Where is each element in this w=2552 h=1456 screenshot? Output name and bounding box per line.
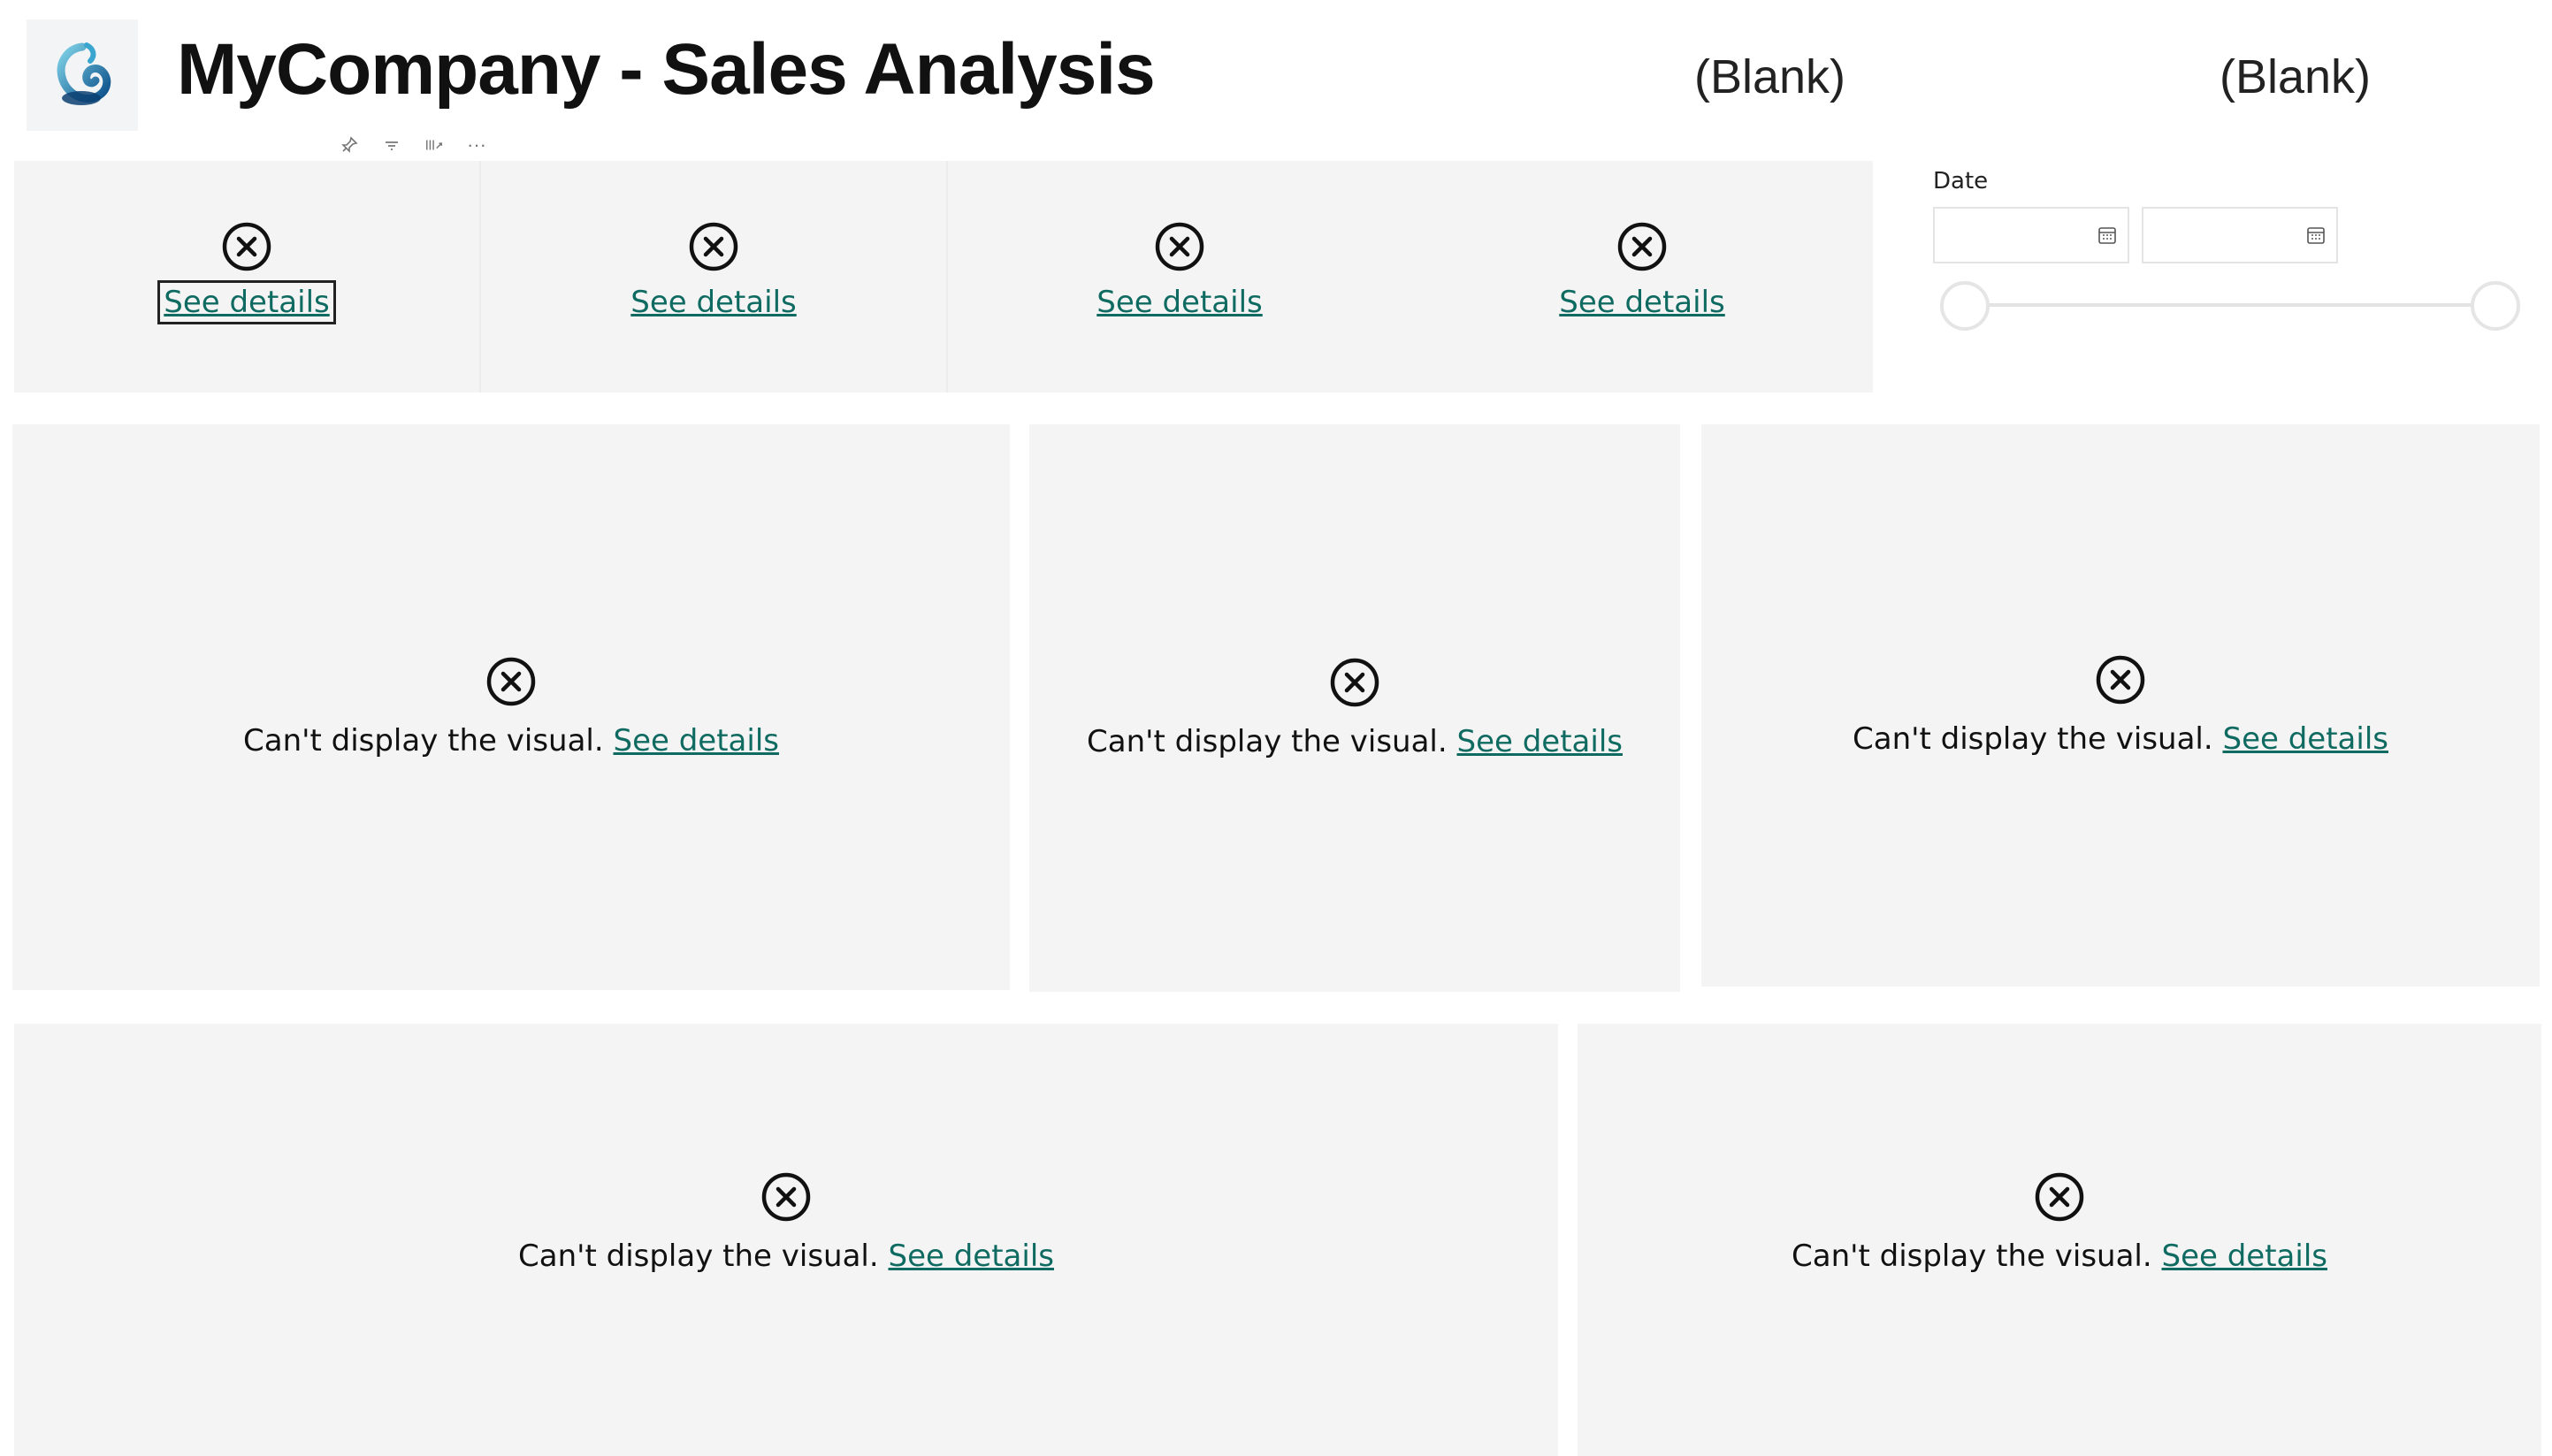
kpi-card-2: See details [481,161,946,393]
error-message: Can't display the visual. See details [1087,724,1623,759]
visual-5: Can't display the visual. See details [1578,1024,2541,1456]
kpi-card-3: See details [948,161,1411,393]
date-slicer-label: Date [1933,168,1989,194]
error-message: Can't display the visual. See details [518,1239,1054,1274]
card-strip: See details See details See details See … [14,161,1873,393]
error-icon [222,222,271,271]
filter-icon[interactable] [382,135,401,155]
error-icon [486,657,536,706]
slider-end-handle[interactable] [2471,281,2520,331]
visual-5-content: Can't display the visual. See details [1792,1171,2327,1274]
see-details-link[interactable]: See details [157,280,336,324]
error-icon [1617,222,1667,271]
date-start-field[interactable] [1933,207,2129,263]
see-details-link[interactable]: See details [1456,724,1623,759]
kpi-card-1: See details [14,161,479,393]
visual-3: Can't display the visual. See details [1701,424,2540,987]
see-details-link[interactable]: See details [2161,1239,2327,1274]
more-options-icon[interactable]: ··· [467,135,486,155]
title-report: Sales Analysis [661,29,1155,110]
see-details-link[interactable]: See details [888,1239,1054,1274]
error-text: Can't display the visual. [1853,721,2213,757]
error-text: Can't display the visual. [1792,1238,2152,1274]
title-company: MyCompany - [177,29,662,110]
visual-2: Can't display the visual. See details [1029,424,1680,992]
see-details-link[interactable]: See details [2222,721,2388,757]
company-logo [27,19,138,131]
visual-1: Can't display the visual. See details [12,424,1010,990]
pin-icon[interactable] [340,135,359,155]
date-end-field[interactable] [2142,207,2338,263]
error-message: Can't display the visual. See details [243,723,779,758]
calendar-icon[interactable] [2097,225,2117,245]
see-details-link[interactable]: See details [1559,285,1725,320]
error-message: Can't display the visual. See details [1853,721,2388,757]
error-text: Can't display the visual. [518,1238,879,1274]
slider-start-handle[interactable] [1940,281,1990,331]
error-text: Can't display the visual. [1087,724,1448,759]
error-icon [2096,655,2145,705]
visual-header-toolbar: ··· [340,133,486,157]
error-icon [1155,222,1204,271]
see-details-link[interactable]: See details [613,723,779,758]
blank-card-2: (Blank) [2220,50,2372,103]
visual-4-content: Can't display the visual. See details [518,1171,1054,1274]
error-text: Can't display the visual. [243,723,604,758]
logo-swirl-icon [57,42,111,105]
date-range-slider-track[interactable] [1965,303,2495,307]
kpi-card-4: See details [1411,161,1873,393]
calendar-icon[interactable] [2306,225,2326,245]
focus-mode-icon[interactable] [424,135,444,155]
see-details-link[interactable]: See details [1096,285,1263,320]
error-icon [761,1172,811,1221]
page-title: MyCompany - Sales Analysis [177,23,1156,116]
visual-4: Can't display the visual. See details [14,1024,1558,1456]
error-icon [2035,1172,2084,1221]
blank-card-1: (Blank) [1694,50,1846,103]
error-icon [1330,658,1379,707]
see-details-link[interactable]: See details [630,285,797,320]
error-message: Can't display the visual. See details [1792,1239,2327,1274]
error-icon [689,222,738,271]
